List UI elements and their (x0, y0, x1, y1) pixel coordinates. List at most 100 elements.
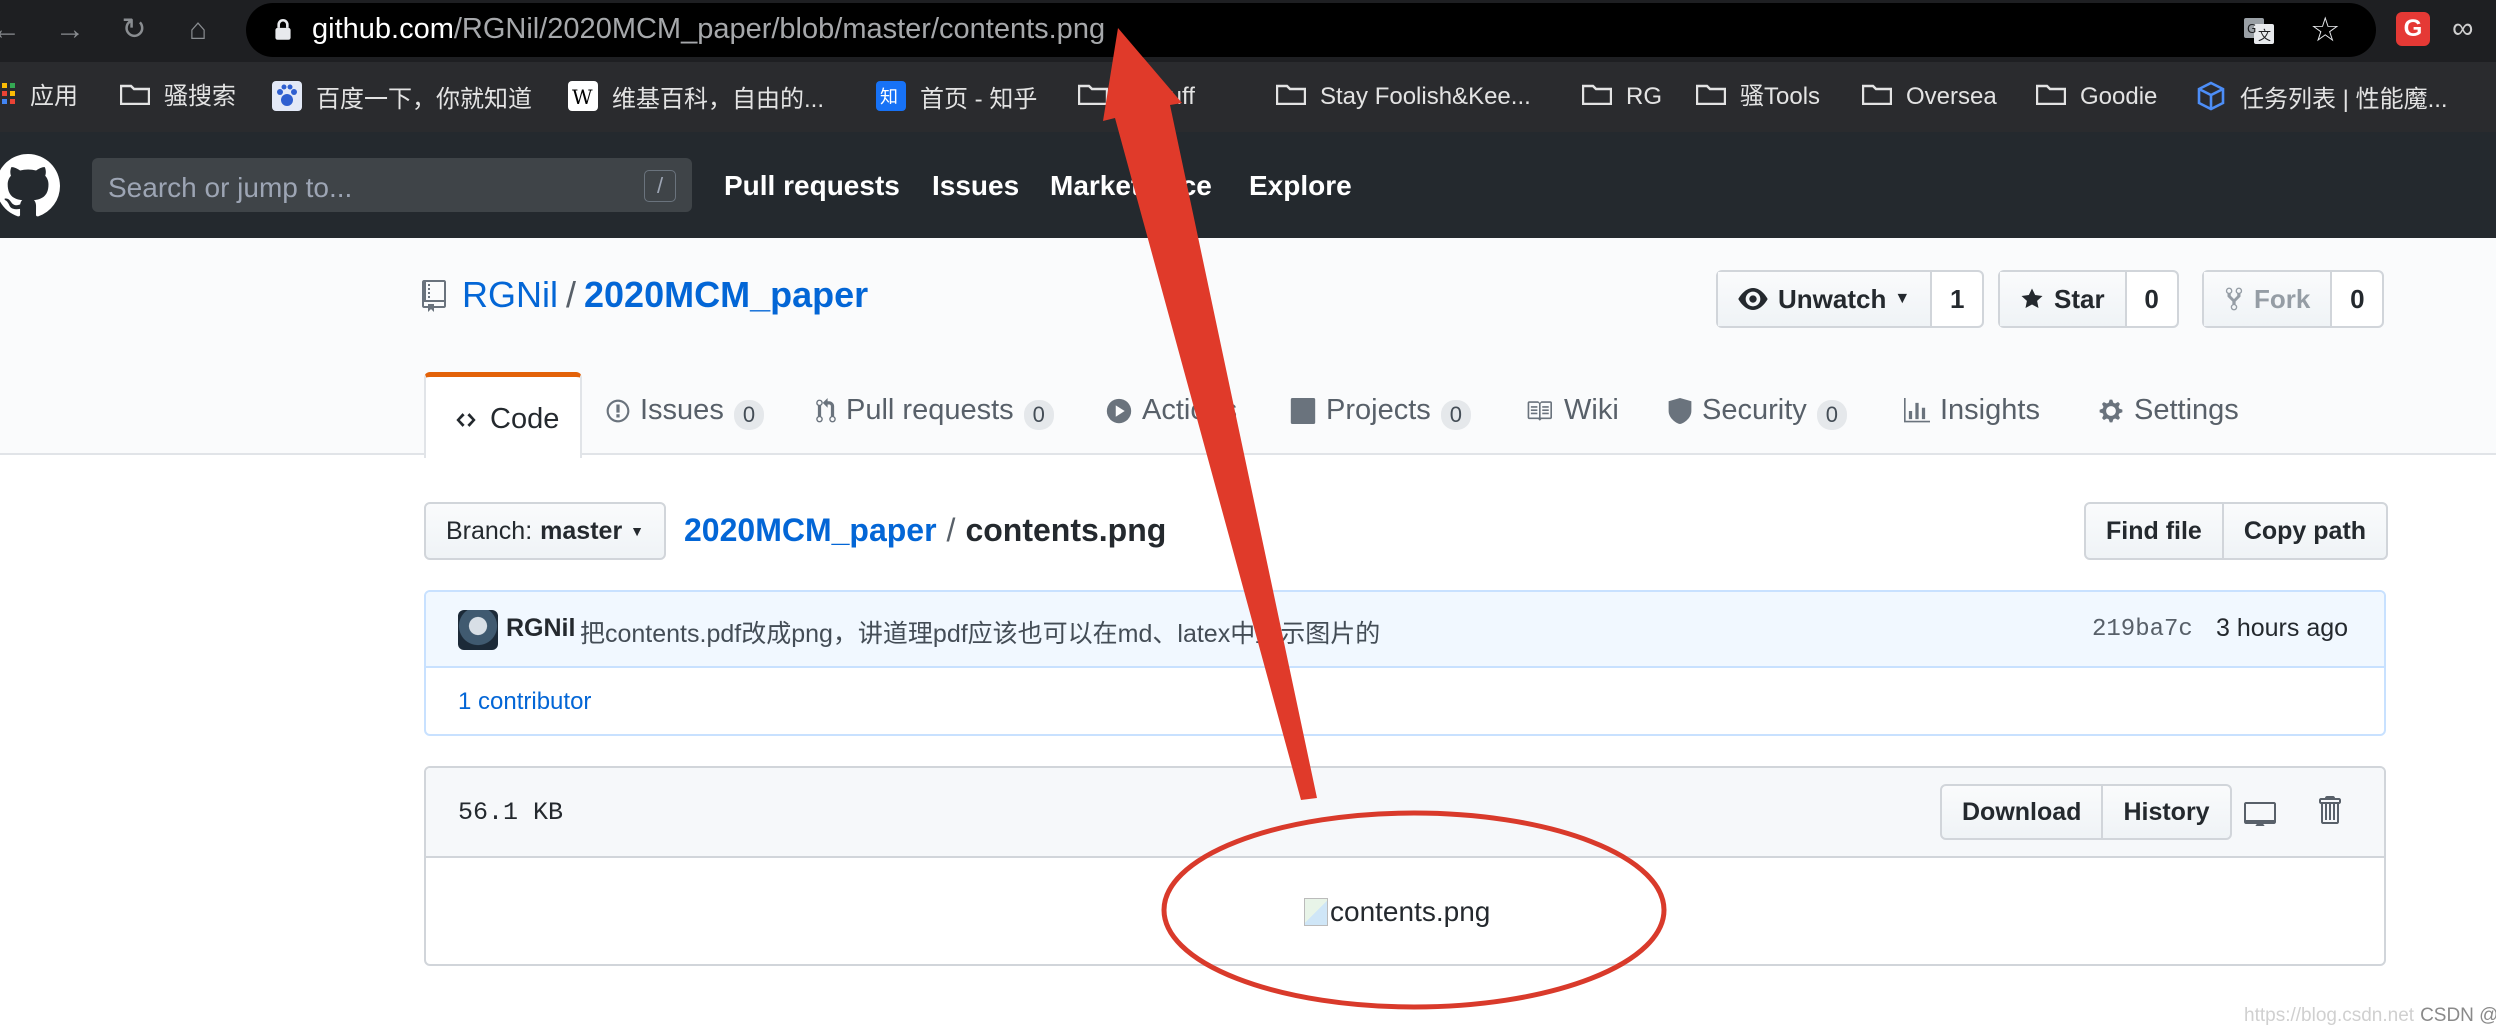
translate-icon[interactable]: G 文 (2242, 14, 2276, 48)
bookmark-baidu[interactable]: 百度一下，你就知道 (272, 81, 532, 113)
breadcrumb-separator: / (946, 512, 956, 548)
gear-icon (2098, 398, 2124, 424)
tab-projects[interactable]: Projects 0 (1290, 394, 1472, 452)
folder-icon (119, 82, 151, 114)
trash-icon[interactable] (2316, 794, 2342, 826)
branch-name: master (540, 516, 623, 545)
repo-name-link[interactable]: 2020MCM_paper (584, 274, 868, 315)
repo-owner-link[interactable]: RGNil (462, 274, 558, 315)
tab-label: Pull requests (846, 394, 1014, 426)
bookmark-task-list[interactable]: 任务列表 | 性能魔... (2196, 81, 2448, 113)
bookmark-folder-sao-search[interactable]: 骚搜索 (119, 81, 236, 114)
bookmark-apps[interactable]: 应用 (0, 81, 78, 113)
incognito-glasses-icon[interactable]: ∞ (2452, 12, 2492, 46)
tab-counter: 0 (1440, 400, 1472, 430)
bookmark-star-icon[interactable]: ☆ (2310, 12, 2340, 48)
tab-code[interactable]: Code (424, 372, 582, 458)
avatar[interactable] (458, 610, 498, 650)
watch-button-group: Unwatch ▼ 1 (1716, 270, 1985, 328)
search-input[interactable]: Search or jump to... / (92, 158, 692, 212)
eye-icon (1738, 288, 1768, 310)
tab-label: Insights (1940, 394, 2040, 426)
file-button-group: Find file Copy path (2084, 502, 2389, 560)
tab-actions[interactable]: Actions (1106, 394, 1237, 452)
bookmark-label: 维基百科，自由的... (612, 85, 825, 113)
code-icon (452, 409, 480, 431)
bookmark-label: 骚Tools (1740, 83, 1821, 110)
home-icon[interactable]: ⌂ (182, 14, 214, 46)
nav-explore[interactable]: Explore (1249, 170, 1352, 202)
bookmark-label: Oversea (1906, 83, 1997, 110)
bookmark-folder-u-stuff[interactable]: U Stuff (1077, 81, 1195, 113)
star-count[interactable]: 0 (2126, 272, 2177, 326)
commit-header: RGNil 把contents.pdf改成png，讲道理pdf应该也可以在md、… (426, 592, 2384, 668)
address-bar[interactable]: github.com/RGNil/2020MCM_paper/blob/mast… (246, 3, 2376, 57)
breadcrumb-file: contents.png (965, 512, 1167, 548)
nav-marketplace[interactable]: Marketplace (1050, 170, 1212, 202)
branch-select-button[interactable]: Branch: master ▼ (424, 502, 667, 560)
bookmark-folder-goodie[interactable]: Goodie (2035, 81, 2157, 113)
bookmark-folder-oversea[interactable]: Oversea (1861, 81, 1997, 113)
fork-label: Fork (2254, 283, 2311, 314)
svg-text:文: 文 (2258, 29, 2271, 44)
breadcrumb: 2020MCM_paper / contents.png (684, 512, 1166, 549)
download-button[interactable]: Download (1942, 786, 2104, 838)
apps-grid-icon (0, 82, 16, 114)
search-placeholder: Search or jump to... (108, 172, 353, 203)
search-shortcut-key: / (644, 170, 676, 202)
extension-red-icon[interactable]: G (2396, 12, 2430, 46)
repo-header: RGNil/2020MCM_paper Unwatch ▼ 1 Star 0 F… (0, 238, 2496, 458)
image-alt-text: contents.png (1330, 896, 1491, 927)
commit-sha-link[interactable]: 219ba7c (2092, 616, 2193, 643)
graph-icon (1904, 398, 1930, 424)
tab-settings[interactable]: Settings (2098, 394, 2239, 452)
reload-icon[interactable]: ↻ (118, 14, 150, 46)
bookmark-folder-stay-foolish[interactable]: Stay Foolish&Kee... (1275, 81, 1531, 113)
forward-arrow-icon[interactable]: → (54, 14, 86, 46)
nav-pull-requests[interactable]: Pull requests (724, 170, 900, 202)
browser-toolbar: ← → ↻ ⌂ github.com/RGNil/2020MCM_paper/b… (0, 0, 2496, 62)
tab-insights[interactable]: Insights (1904, 394, 2040, 452)
copy-path-button[interactable]: Copy path (2224, 504, 2386, 558)
caret-down-icon: ▼ (630, 523, 645, 539)
history-button[interactable]: History (2103, 786, 2229, 838)
find-file-button[interactable]: Find file (2086, 504, 2224, 558)
bookmark-folder-rg[interactable]: RG (1581, 81, 1662, 113)
caret-down-icon: ▼ (1894, 290, 1911, 307)
unwatch-button[interactable]: Unwatch ▼ (1718, 272, 1933, 326)
tab-label: Settings (2134, 394, 2239, 426)
watch-count[interactable]: 1 (1932, 272, 1983, 326)
bookmark-label: 骚搜索 (164, 83, 236, 110)
watermark-faint: https://blog.csdn.net (2244, 1005, 2415, 1026)
project-icon (1290, 398, 1316, 424)
tab-wiki[interactable]: Wiki (1524, 394, 1619, 452)
breadcrumb-repo-link[interactable]: 2020MCM_paper (684, 512, 937, 548)
tab-label: Actions (1142, 394, 1238, 426)
bookmark-folder-sao-tools[interactable]: 骚Tools (1695, 81, 1821, 113)
star-button[interactable]: Star (2000, 272, 2127, 326)
contributors-link[interactable]: 1 contributor (458, 688, 591, 716)
tab-label: Wiki (1564, 394, 1619, 426)
bookmarks-bar: 应用 骚搜索 百度一下，你就知道 W 维基百科，自由的... 知 首页 - 知乎 U… (0, 62, 2496, 132)
tab-label: Projects (1326, 394, 1431, 426)
cube-icon (2196, 81, 2226, 120)
tab-label: Security (1702, 394, 1807, 426)
nav-issues[interactable]: Issues (932, 170, 1019, 202)
tab-security[interactable]: Security 0 (1668, 394, 1848, 452)
svg-text:G: G (2247, 22, 2256, 36)
bookmark-zhihu[interactable]: 知 首页 - 知乎 (876, 81, 1037, 113)
back-arrow-icon[interactable]: ← (0, 14, 22, 46)
fork-button[interactable]: Fork (2204, 272, 2333, 326)
desktop-icon[interactable] (2244, 798, 2276, 826)
bookmark-wikipedia[interactable]: W 维基百科，自由的... (568, 81, 824, 113)
tab-label: Code (490, 403, 560, 435)
fork-count[interactable]: 0 (2332, 272, 2383, 326)
tab-pull-requests[interactable]: Pull requests 0 (816, 394, 1054, 452)
broken-image-icon (1304, 898, 1328, 926)
tab-counter: 0 (1816, 400, 1848, 430)
commit-author-link[interactable]: RGNil (506, 614, 575, 643)
bookmark-label: Stay Foolish&Kee... (1320, 83, 1531, 110)
tab-issues[interactable]: Issues 0 (606, 394, 765, 452)
github-logo-icon[interactable] (0, 154, 60, 218)
commit-message-link[interactable]: 把contents.pdf改成png，讲道理pdf应该也可以在md、latex中… (580, 614, 1380, 650)
